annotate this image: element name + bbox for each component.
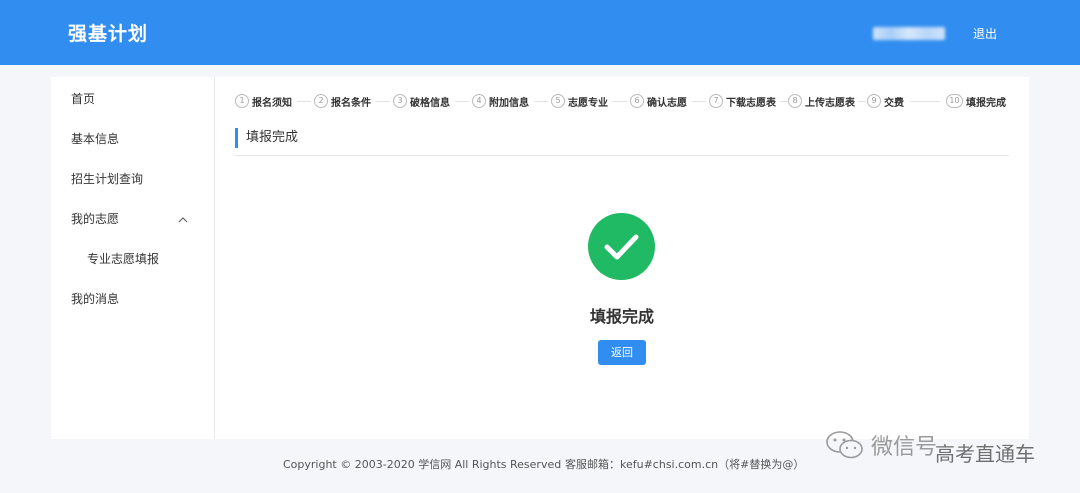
step-separator	[376, 101, 390, 102]
main-panel: 1 报名须知 2 报名条件 3 破格信息 4 附加信息 5 志愿专业 6 确认志愿 7 下载志…	[215, 77, 1029, 439]
watermark-account: 高考直通车	[935, 442, 1035, 466]
step-separator	[780, 101, 788, 102]
step-5: 5 志愿专业	[551, 93, 608, 109]
step-label: 报名须知	[252, 97, 292, 109]
sidebar-item-basic-info[interactable]: 基本信息	[71, 130, 119, 147]
step-number: 6	[630, 94, 644, 108]
step-label: 附加信息	[489, 97, 529, 109]
step-7: 7 下载志愿表	[709, 93, 776, 109]
support-email: 客服邮箱：kefu#chsi.com.cn（将#替换为@）	[565, 458, 805, 471]
watermark-text: 微信号	[871, 435, 938, 460]
step-separator	[297, 101, 311, 102]
step-separator	[858, 101, 866, 102]
step-3: 3 破格信息	[393, 93, 450, 109]
step-label: 破格信息	[410, 97, 450, 109]
sidebar-item-my-wishes[interactable]: 我的志愿	[71, 210, 119, 227]
top-header: 强基计划 退出	[0, 0, 1080, 65]
step-label: 下载志愿表	[726, 97, 776, 109]
sidebar-item-enrollment-plan[interactable]: 招生计划查询	[71, 170, 143, 187]
sidebar-item-major-wish-fill[interactable]: 专业志愿填报	[87, 250, 159, 267]
step-separator	[455, 101, 469, 102]
step-1: 1 报名须知	[235, 93, 292, 109]
step-6: 6 确认志愿	[630, 93, 687, 109]
step-9: 9 交费	[867, 93, 904, 109]
wechat-watermark: 微信号	[823, 428, 937, 462]
success-check-icon	[588, 213, 655, 280]
section-divider	[235, 155, 1009, 156]
logout-link[interactable]: 退出	[973, 25, 997, 42]
step-progress: 1 报名须知 2 报名条件 3 破格信息 4 附加信息 5 志愿专业 6 确认志愿 7 下载志…	[235, 93, 1015, 109]
chevron-up-icon[interactable]	[178, 214, 188, 227]
brand-title: 强基计划	[68, 23, 149, 45]
wechat-icon	[826, 431, 863, 459]
back-button[interactable]: 返回	[598, 340, 646, 365]
sidebar: 首页 基本信息 招生计划查询 我的志愿 专业志愿填报 我的消息	[51, 77, 215, 439]
step-number: 5	[551, 94, 565, 108]
step-label: 上传志愿表	[805, 97, 855, 109]
step-label: 报名条件	[331, 97, 371, 109]
completion-message: 填报完成	[589, 307, 654, 326]
step-label: 交费	[884, 97, 904, 109]
step-label: 确认志愿	[647, 97, 687, 109]
step-separator	[613, 101, 627, 102]
step-number: 8	[788, 94, 802, 108]
step-number: 1	[235, 94, 249, 108]
step-label: 志愿专业	[568, 97, 608, 109]
sidebar-item-my-messages[interactable]: 我的消息	[71, 290, 119, 307]
step-10: 10 填报完成	[946, 93, 1006, 109]
section-title: 填报完成	[235, 128, 298, 148]
step-8: 8 上传志愿表	[788, 93, 855, 109]
step-number: 9	[867, 94, 881, 108]
step-separator	[910, 101, 940, 102]
copyright-text: Copyright © 2003-2020 学信网 All Rights Res…	[283, 458, 562, 471]
step-number: 2	[314, 94, 328, 108]
step-4: 4 附加信息	[472, 93, 529, 109]
sidebar-item-home[interactable]: 首页	[71, 90, 95, 107]
step-number: 4	[472, 94, 486, 108]
step-2: 2 报名条件	[314, 93, 371, 109]
step-label: 填报完成	[966, 97, 1006, 109]
step-number: 3	[393, 94, 407, 108]
step-number: 7	[709, 94, 723, 108]
step-separator	[692, 101, 706, 102]
user-name-blurred	[873, 27, 945, 40]
step-number: 10	[946, 94, 963, 108]
step-separator	[534, 101, 548, 102]
